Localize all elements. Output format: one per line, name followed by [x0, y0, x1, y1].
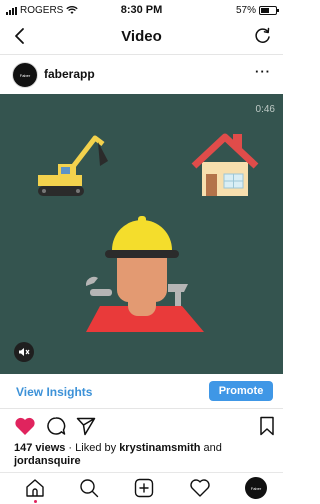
worker-icon [85, 216, 204, 332]
battery-fill [261, 8, 269, 13]
liked-by-prefix: · Liked by [65, 442, 120, 454]
avatar-text: Faber [19, 72, 31, 78]
page-title: Video [121, 28, 162, 45]
activity-heart-icon[interactable] [189, 477, 211, 499]
house-icon [191, 133, 259, 196]
liked-by-user-1[interactable]: krystinamsmith [119, 442, 200, 454]
comment-icon[interactable] [46, 416, 66, 436]
liked-by-and: and [200, 442, 222, 454]
battery-percent: 57% [235, 5, 256, 16]
profile-avatar[interactable]: Faber [245, 477, 267, 499]
new-post-icon[interactable] [133, 477, 155, 499]
status-right: 57% [235, 5, 279, 16]
video-player[interactable]: 0:46 [0, 94, 283, 374]
speaker-muted-icon [19, 348, 30, 356]
promote-button[interactable]: Promote [209, 381, 273, 401]
views-count[interactable]: 147 views [14, 442, 65, 454]
mute-button[interactable] [14, 342, 34, 362]
action-row [0, 412, 283, 440]
more-options-icon[interactable]: ··· [255, 64, 271, 79]
heart-icon[interactable] [14, 416, 36, 436]
excavator-icon [38, 135, 108, 196]
search-icon[interactable] [78, 477, 100, 499]
home-icon[interactable] [24, 477, 46, 499]
view-insights-link[interactable]: View Insights [16, 385, 92, 399]
status-bar: ROGERS 8:30 PM 57% [0, 0, 283, 20]
bookmark-icon[interactable] [259, 416, 275, 436]
refresh-icon[interactable] [253, 26, 273, 46]
bottom-tab-bar: Faber [0, 472, 283, 504]
navigation-bar: Video [0, 20, 283, 55]
post-header: Faber faberapp ··· [0, 56, 283, 92]
battery-icon [259, 6, 279, 15]
likes-summary: 147 views · Liked by krystinamsmith and j… [14, 442, 274, 468]
liked-by-user-2[interactable]: jordansquire [14, 455, 81, 467]
share-icon[interactable] [76, 416, 96, 436]
profile-avatar-text: Faber [250, 485, 262, 491]
avatar[interactable]: Faber [12, 62, 38, 88]
insights-bar: View Insights Promote [0, 376, 283, 409]
username-link[interactable]: faberapp [44, 67, 95, 81]
video-illustration [38, 133, 259, 332]
